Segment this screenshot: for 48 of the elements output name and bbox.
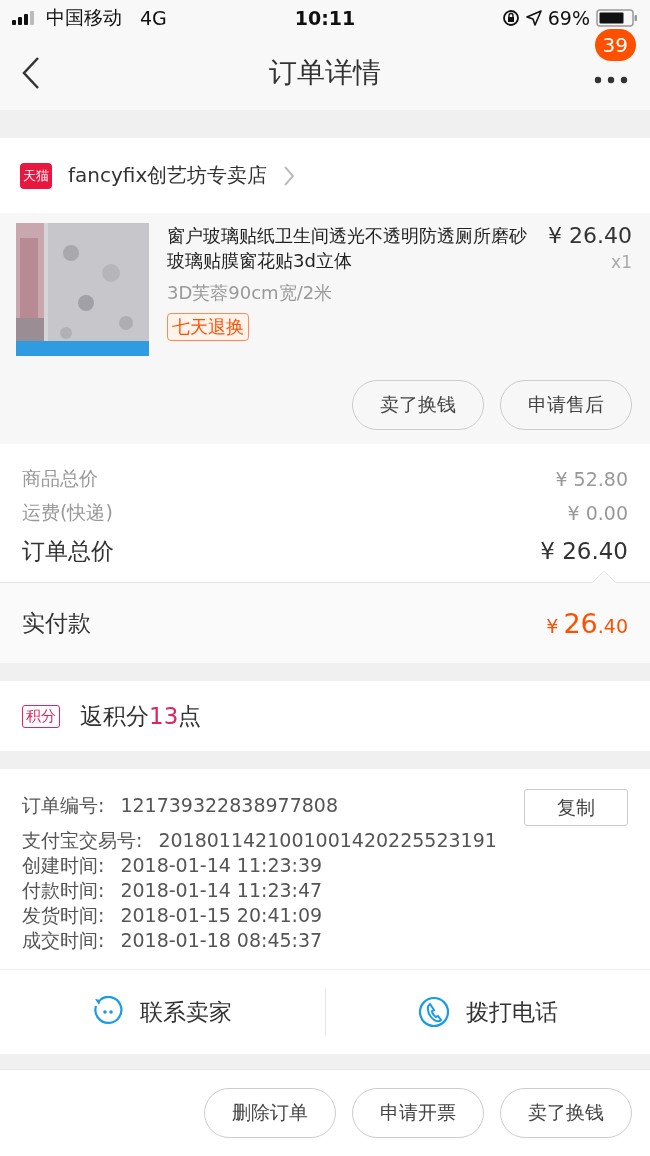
total-value: ¥ 26.40 (540, 538, 628, 564)
store-row[interactable]: 天猫 fancyfix创艺坊专卖店 (0, 138, 650, 213)
total-value: ¥ 52.80 (555, 468, 628, 490)
total-label: 运费(快递) (22, 500, 113, 525)
more-icon[interactable] (594, 75, 628, 84)
order-action-button[interactable]: 申请开票 (352, 1088, 484, 1138)
info-value: 2018-01-14 11:23:39 (120, 853, 323, 878)
return-policy-tag: 七天退换 (167, 313, 249, 341)
back-icon[interactable] (22, 56, 40, 90)
info-label: 订单编号: (22, 793, 105, 818)
copy-button[interactable]: 复制 (524, 789, 628, 826)
product-price: ¥ 26.40 (548, 223, 632, 248)
store-badge: 天猫 (20, 162, 52, 189)
chevron-right-icon (283, 164, 296, 187)
product-quantity: x1 (611, 252, 632, 272)
network-type: 4G (140, 7, 167, 29)
info-value: 2018011421001001420225523191 (158, 828, 497, 853)
info-value: 2018-01-14 11:23:47 (120, 878, 323, 903)
total-label: 商品总价 (22, 466, 98, 491)
info-label: 付款时间: (22, 878, 105, 903)
info-value: 2018-01-18 08:45:37 (120, 928, 323, 953)
points-text: 返积分13点 (80, 701, 202, 731)
rotation-lock-icon (501, 9, 520, 27)
status-time: 10:11 (294, 7, 356, 29)
product-action-button[interactable]: 申请售后 (500, 380, 632, 430)
order-action-button[interactable]: 删除订单 (204, 1088, 336, 1138)
info-value: 2018-01-15 20:41:09 (120, 903, 323, 928)
carrier-name: 中国移动 (46, 5, 122, 30)
product-action-button[interactable]: 卖了换钱 (352, 380, 484, 430)
order-action-button[interactable]: 卖了换钱 (500, 1088, 632, 1138)
info-label: 创建时间: (22, 853, 105, 878)
info-label: 支付宝交易号: (22, 828, 143, 853)
total-label: 订单总价 (22, 536, 114, 566)
points-badge: 积分 (22, 704, 60, 728)
battery-percent: 69% (547, 7, 590, 29)
page-title: 订单详情 (269, 55, 381, 91)
total-value: ¥ 0.00 (567, 502, 628, 524)
info-label: 发货时间: (22, 903, 105, 928)
product-variant: 3D芙蓉90cm宽/2米 (167, 281, 333, 305)
paid-amount: ¥ 26.40 (546, 607, 628, 639)
phone-icon (417, 996, 450, 1028)
paid-label: 实付款 (22, 608, 91, 638)
location-arrow-icon (525, 10, 542, 26)
store-name: fancyfix创艺坊专卖店 (68, 162, 268, 189)
info-label: 成交时间: (22, 928, 105, 953)
battery-icon (596, 9, 638, 27)
info-value: 121739322838977808 (120, 793, 338, 818)
product-title[interactable]: 窗户玻璃贴纸卫生间透光不透明防透厕所磨砂玻璃贴膜窗花贴3d立体 (167, 223, 530, 273)
